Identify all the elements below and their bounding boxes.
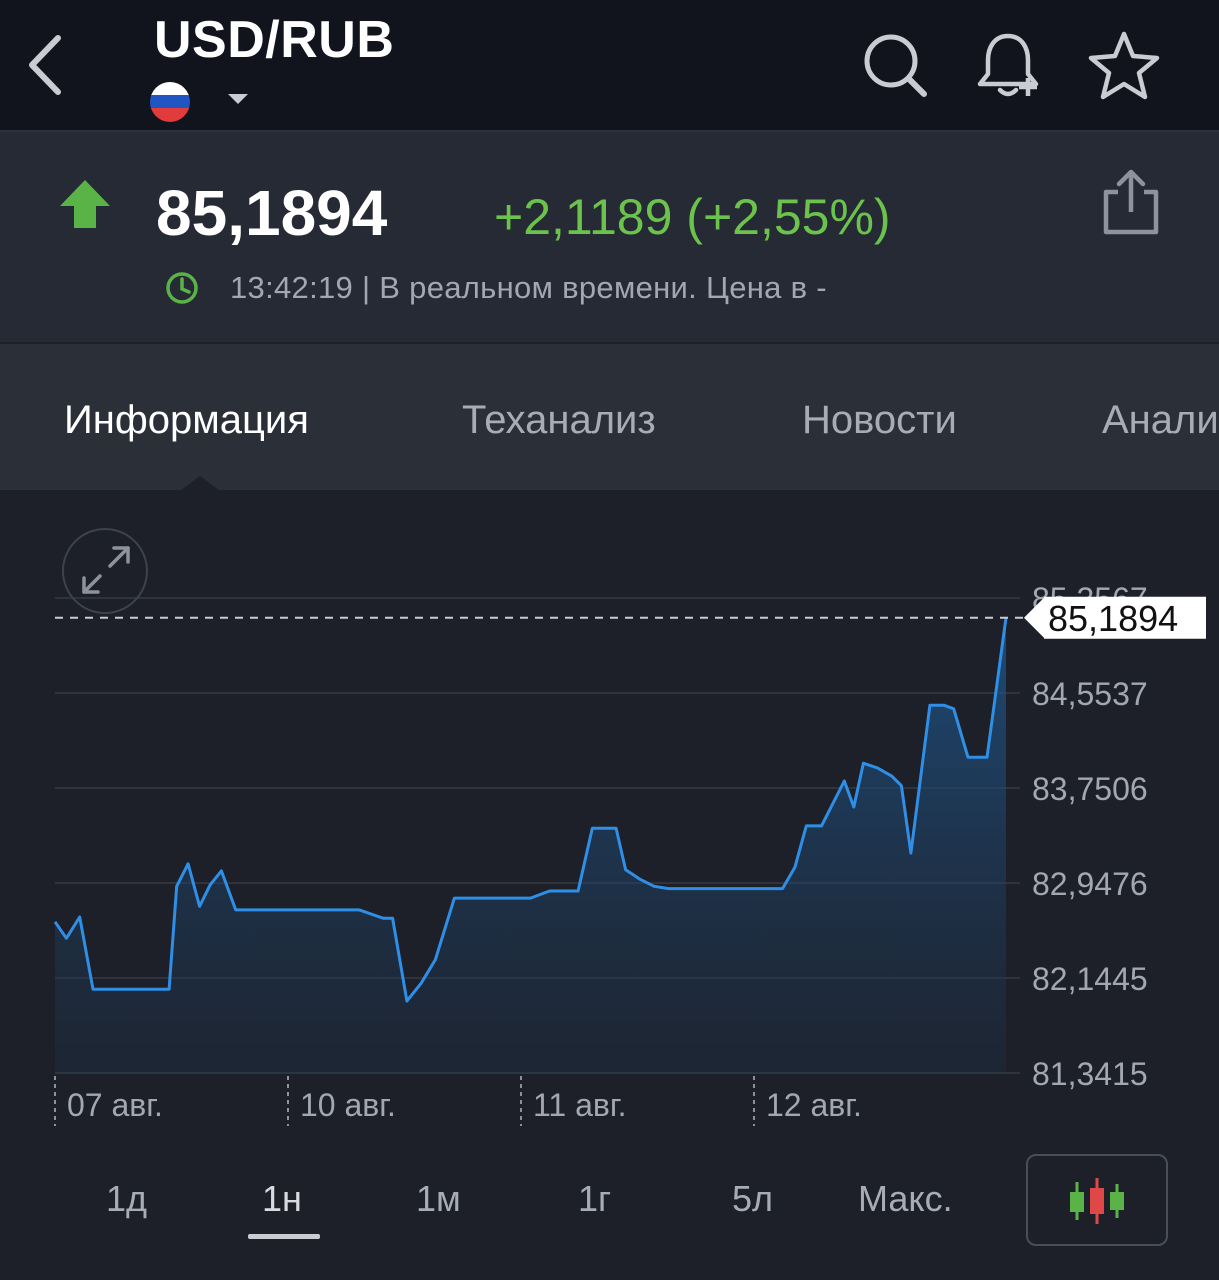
add-alert-button[interactable] <box>970 28 1046 104</box>
bell-plus-icon <box>977 33 1039 97</box>
tabs-bar: Информация Теханализ Новости Анали <box>0 344 1219 490</box>
arrow-up-shape <box>60 180 110 228</box>
range-5y[interactable]: 5л <box>732 1178 773 1220</box>
expand-arrows-icon <box>82 546 130 594</box>
range-max[interactable]: Макс. <box>858 1178 953 1220</box>
price-chart[interactable]: 85,356784,553783,750682,947682,144581,34… <box>0 490 1219 1140</box>
x-tick-label: 12 авг. <box>766 1087 862 1123</box>
tab-news[interactable]: Новости <box>802 398 957 443</box>
quote-time: 13:42:19 <box>230 270 354 305</box>
active-range-underline <box>248 1234 320 1239</box>
candlestick-icon <box>1070 1178 1124 1224</box>
y-tick-label: 83,7506 <box>1032 771 1148 807</box>
y-tick-label: 81,3415 <box>1032 1056 1148 1092</box>
ticker-title: USD/RUB <box>154 11 395 69</box>
star-icon <box>1088 31 1160 100</box>
y-tick-label: 82,1445 <box>1032 961 1148 997</box>
back-button[interactable] <box>20 30 76 100</box>
expand-chart-button[interactable] <box>62 528 148 614</box>
caret-down-icon[interactable] <box>226 92 250 106</box>
search-button[interactable] <box>858 28 934 104</box>
tab-analysis[interactable]: Анали <box>1102 398 1219 443</box>
arrow-up-icon <box>60 180 110 228</box>
y-tick-label: 84,5537 <box>1032 676 1148 712</box>
tab-technical[interactable]: Теханализ <box>462 398 656 443</box>
x-tick-label: 07 авг. <box>67 1087 163 1123</box>
share-icon <box>1103 169 1159 235</box>
clock-icon <box>166 272 198 304</box>
price-area-fill <box>55 617 1006 1073</box>
favorite-button[interactable] <box>1086 28 1162 104</box>
range-1d[interactable]: 1д <box>106 1178 147 1220</box>
range-1m[interactable]: 1м <box>416 1178 461 1220</box>
quote-status-label: | В реальном времени. Цена в - <box>362 270 827 305</box>
quote-status: 13:42:19 | В реальном времени. Цена в - <box>230 270 827 306</box>
range-1w[interactable]: 1н <box>262 1178 302 1220</box>
x-tick-label: 11 авг. <box>533 1087 627 1123</box>
current-price: 85,1894 <box>156 177 388 249</box>
current-price-marker: 85,1894 <box>1024 596 1206 639</box>
tab-info[interactable]: Информация <box>64 398 309 443</box>
y-tick-label: 82,9476 <box>1032 866 1148 902</box>
share-button[interactable] <box>1098 166 1164 238</box>
russia-flag-icon[interactable] <box>150 82 190 122</box>
chart-type-button[interactable] <box>1026 1154 1168 1246</box>
range-1y[interactable]: 1г <box>578 1178 611 1220</box>
chevron-left-icon <box>29 35 61 95</box>
price-change: +2,1189 (+2,55%) <box>494 189 891 245</box>
search-icon <box>864 34 927 97</box>
current-price-label: 85,1894 <box>1048 598 1178 639</box>
x-tick-label: 10 авг. <box>300 1087 396 1123</box>
